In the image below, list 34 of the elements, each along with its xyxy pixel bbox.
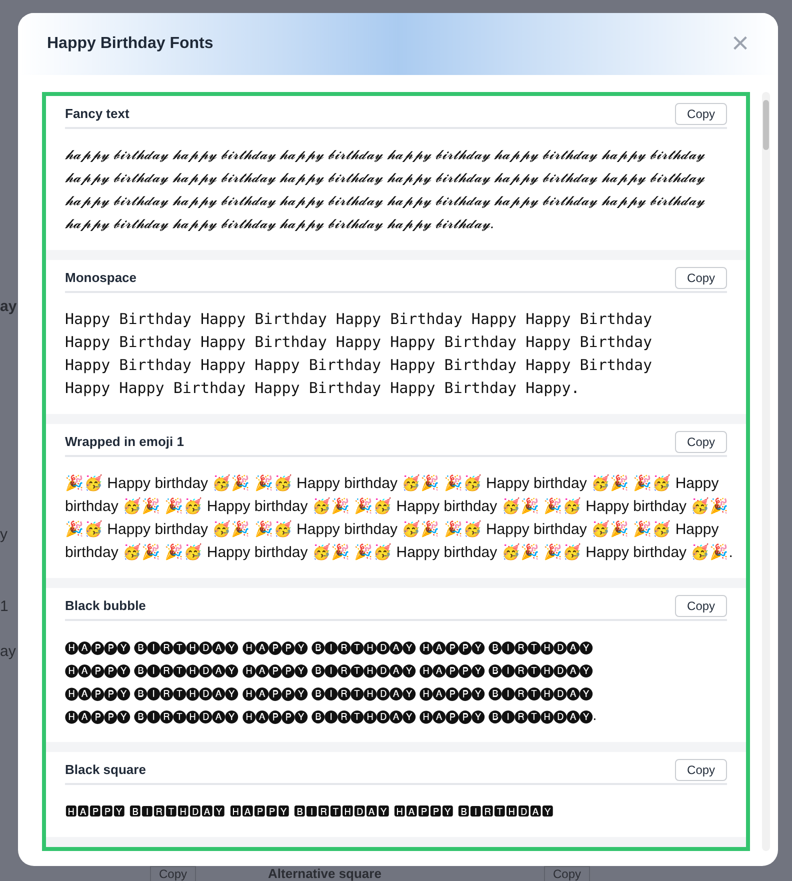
dialog-title: Happy Birthday Fonts (47, 34, 214, 54)
text-fragment: y (0, 524, 8, 544)
card-title: Monospace (65, 268, 137, 287)
sample-text-line: 𝓱𝓪𝓹𝓹𝔂 𝓫𝓲𝓻𝓽𝓱𝓭𝓪𝔂 𝓱𝓪𝓹𝓹𝔂 𝓫𝓲𝓻𝓽𝓱𝓭𝓪𝔂 𝓱𝓪𝓹𝓹𝔂 𝓫𝓲𝓻𝓽𝓱𝓭𝓪𝔂 𝓱𝓪𝓹𝓹𝔂 𝓫𝓲𝓻𝓽𝓱𝓭𝓪𝔂 𝓱𝓪𝓹𝓹𝔂 𝓫𝓲𝓻𝓽𝓱𝓭𝓪𝔂 𝓱𝓪𝓹𝓹𝔂 𝓫𝓲𝓻𝓽𝓱𝓭𝓪𝔂 (65, 193, 706, 211)
copy-button[interactable]: Copy (675, 594, 728, 616)
sample-text-line: 🎉🥳 Happy birthday 🥳🎉 🎉🥳 Happy birthday 🥳🎉 🎉🥳 Happy birthday 🥳🎉 🎉🥳 Happy (65, 520, 720, 540)
page-heading-fragment: ay (0, 297, 18, 317)
text-fragment: 1 (0, 597, 10, 617)
sample-text-line: 🅗🅐🅟🅟🅨 🅑🅘🅡🅣🅗🅓🅐🅨 🅗🅐🅟🅟🅨 🅑🅘🅡🅣🅗🅓🅐🅨 🅗🅐🅟🅟🅨 🅑🅘🅡🅣🅗🅓🅐🅨 (65, 662, 594, 680)
copy-button[interactable]: Copy (675, 758, 728, 780)
copy-button[interactable]: Copy (675, 430, 728, 452)
sample-text-line: 🎉🥳 Happy birthday 🥳🎉 🎉🥳 Happy birthday 🥳🎉 🎉🥳 Happy birthday 🥳🎉 🎉🥳 Happy (65, 474, 720, 494)
card-title: Black square (65, 760, 146, 779)
scrollbar[interactable] (762, 92, 770, 851)
sample-text-line: birthday 🥳🎉 🎉🥳 Happy birthday 🥳🎉 🎉🥳 Happy birthday 🥳🎉 🎉🥳 Happy birthday 🥳🎉 (65, 496, 728, 517)
card-title: Wrapped in emoji 1 (65, 432, 184, 451)
sample-text-line: 𝙷𝚊𝚙𝚙𝚢 𝙱𝚒𝚛𝚝𝚑𝚍𝚊𝚢 𝙷𝚊𝚙𝚙𝚢 𝙱𝚒𝚛𝚝𝚑𝚍𝚊𝚢 𝙷𝚊𝚙𝚙𝚢 𝙷𝚊𝚙𝚙𝚢 𝙱𝚒𝚛𝚝𝚑𝚍𝚊𝚢 𝙷𝚊𝚙𝚙𝚢 𝙱𝚒𝚛𝚝𝚑𝚍𝚊𝚢 (65, 332, 653, 353)
card-title: Black bubble (65, 596, 146, 615)
sample-text-line: 🅗🅐🅟🅟🅨 🅑🅘🅡🅣🅗🅓🅐🅨 🅗🅐🅟🅟🅨 🅑🅘🅡🅣🅗🅓🅐🅨 🅗🅐🅟🅟🅨 🅑🅘🅡🅣🅗🅓🅐🅨 (65, 639, 594, 657)
sample-text-line: 𝓱𝓪𝓹𝓹𝔂 𝓫𝓲𝓻𝓽𝓱𝓭𝓪𝔂 𝓱𝓪𝓹𝓹𝔂 𝓫𝓲𝓻𝓽𝓱𝓭𝓪𝔂 𝓱𝓪𝓹𝓹𝔂 𝓫𝓲𝓻𝓽𝓱𝓭𝓪𝔂 𝓱𝓪𝓹𝓹𝔂 𝓫𝓲𝓻𝓽𝓱𝓭𝓪𝔂 𝓱𝓪𝓹𝓹𝔂 𝓫𝓲𝓻𝓽𝓱𝓭𝓪𝔂 𝓱𝓪𝓹𝓹𝔂 𝓫𝓲𝓻𝓽𝓱𝓭𝓪𝔂 (65, 170, 706, 188)
card-title: Fancy text (65, 104, 130, 123)
sample-text-line: 𝙷𝚊𝚙𝚙𝚢 𝙱𝚒𝚛𝚝𝚑𝚍𝚊𝚢 𝙷𝚊𝚙𝚙𝚢 𝙱𝚒𝚛𝚝𝚑𝚍𝚊𝚢 𝙷𝚊𝚙𝚙𝚢 𝙱𝚒𝚛𝚝𝚑𝚍𝚊𝚢 𝙷𝚊𝚙𝚙𝚢 𝙷𝚊𝚙𝚙𝚢 𝙱𝚒𝚛𝚝𝚑𝚍𝚊𝚢 (65, 309, 653, 330)
sample-text-line: 𝓱𝓪𝓹𝓹𝔂 𝓫𝓲𝓻𝓽𝓱𝓭𝓪𝔂 𝓱𝓪𝓹𝓹𝔂 𝓫𝓲𝓻𝓽𝓱𝓭𝓪𝔂 𝓱𝓪𝓹𝓹𝔂 𝓫𝓲𝓻𝓽𝓱𝓭𝓪𝔂 𝓱𝓪𝓹𝓹𝔂 𝓫𝓲𝓻𝓽𝓱𝓭𝓪𝔂. (65, 216, 496, 234)
copy-button[interactable]: Copy (675, 102, 728, 124)
sample-text-line: 🅷🅰🅿🅿🆈 🅱🅸🆁🆃🅷🅳🅰🆈 🅷🅰🅿🅿🆈 🅱🅸🆁🆃🅷🅳🅰🆈 🅷🅰🅿🅿🆈 🅱🅸🆁🆃🅷🅳🅰🆈 (65, 803, 555, 821)
scrollbar-thumb[interactable] (763, 100, 770, 150)
sample-text-line: 𝓱𝓪𝓹𝓹𝔂 𝓫𝓲𝓻𝓽𝓱𝓭𝓪𝔂 𝓱𝓪𝓹𝓹𝔂 𝓫𝓲𝓻𝓽𝓱𝓭𝓪𝔂 𝓱𝓪𝓹𝓹𝔂 𝓫𝓲𝓻𝓽𝓱𝓭𝓪𝔂 𝓱𝓪𝓹𝓹𝔂 𝓫𝓲𝓻𝓽𝓱𝓭𝓪𝔂 𝓱𝓪𝓹𝓹𝔂 𝓫𝓲𝓻𝓽𝓱𝓭𝓪𝔂 𝓱𝓪𝓹𝓹𝔂 𝓫𝓲𝓻𝓽𝓱𝓭𝓪𝔂 (65, 147, 706, 165)
sample-text-line: 🅗🅐🅟🅟🅨 🅑🅘🅡🅣🅗🅓🅐🅨 🅗🅐🅟🅟🅨 🅑🅘🅡🅣🅗🅓🅐🅨 🅗🅐🅟🅟🅨 🅑🅘🅡🅣🅗🅓🅐🅨 (65, 685, 594, 703)
sample-text-line: 𝙷𝚊𝚙𝚙𝚢 𝙱𝚒𝚛𝚝𝚑𝚍𝚊𝚢 𝙷𝚊𝚙𝚙𝚢 𝙷𝚊𝚙𝚙𝚢 𝙱𝚒𝚛𝚝𝚑𝚍𝚊𝚢 𝙷𝚊𝚙𝚙𝚢 𝙱𝚒𝚛𝚝𝚑𝚍𝚊𝚢 𝙷𝚊𝚙𝚙𝚢 𝙱𝚒𝚛𝚝𝚑𝚍𝚊𝚢 (65, 355, 653, 376)
sample-text-line: 🅗🅐🅟🅟🅨 🅑🅘🅡🅣🅗🅓🅐🅨 🅗🅐🅟🅟🅨 🅑🅘🅡🅣🅗🅓🅐🅨 🅗🅐🅟🅟🅨 🅑🅘🅡🅣🅗🅓🅐🅨. (65, 708, 598, 726)
card-title: Alternative square (268, 866, 382, 881)
sample-text-line: 𝙷𝚊𝚙𝚙𝚢 𝙷𝚊𝚙𝚙𝚢 𝙱𝚒𝚛𝚝𝚑𝚍𝚊𝚢 𝙷𝚊𝚙𝚙𝚢 𝙱𝚒𝚛𝚝𝚑𝚍𝚊𝚢 𝙷𝚊𝚙𝚙𝚢 𝙱𝚒𝚛𝚝𝚑𝚍𝚊𝚢 𝙷𝚊𝚙𝚙𝚢. (65, 378, 581, 399)
copy-button[interactable]: Copy (675, 266, 728, 288)
text-fragment: ay (0, 642, 17, 662)
